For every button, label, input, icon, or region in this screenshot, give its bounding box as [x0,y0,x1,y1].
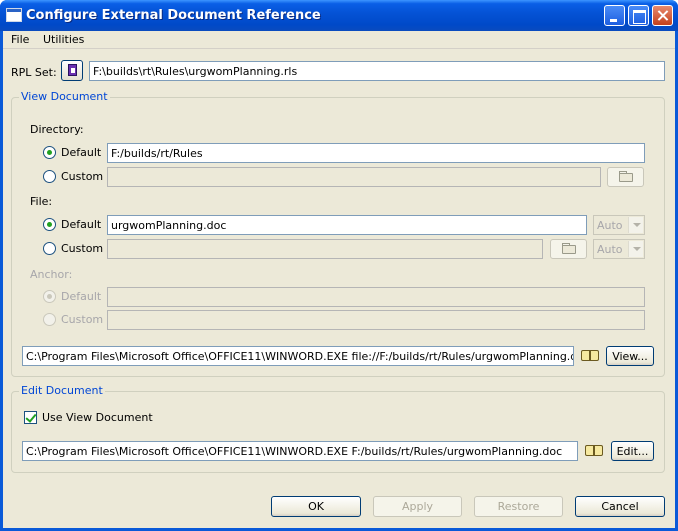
file-default-label: Default [61,218,102,231]
cancel-button[interactable]: Cancel [575,496,665,517]
file-custom-combo[interactable]: Auto [593,239,645,259]
document-icon [68,64,77,76]
rpl-set-label: RPL Set: [11,66,57,79]
edit-button[interactable]: Edit... [611,441,654,461]
dialog-body: File Utilities RPL Set: F:\builds\rt\Rul… [3,31,675,528]
directory-custom-label: Custom [61,170,104,183]
file-custom-radio[interactable] [43,242,56,255]
folder-icon [562,243,576,254]
window-icon [6,8,22,22]
directory-custom-radio[interactable] [43,170,56,183]
menu-utilities[interactable]: Utilities [43,33,84,46]
directory-default-field[interactable]: F:/builds/rt/Rules [107,143,645,163]
directory-label: Directory: [30,123,84,136]
book-icon[interactable] [585,444,605,458]
file-default-radio[interactable] [43,218,56,231]
view-button[interactable]: View... [606,346,654,366]
menu-file[interactable]: File [11,33,29,46]
maximize-button[interactable] [628,5,649,26]
minimize-button[interactable] [604,5,625,26]
book-icon[interactable] [581,349,601,363]
use-view-document-checkbox[interactable] [24,411,37,424]
menu-bar: File Utilities [3,31,675,49]
anchor-label: Anchor: [30,268,73,281]
file-custom-field[interactable] [107,239,543,259]
restore-button[interactable]: Restore [474,496,563,517]
view-document-group [11,97,665,377]
edit-command-field[interactable]: C:\Program Files\Microsoft Office\OFFICE… [22,441,578,461]
file-default-combo-value: Auto [597,219,623,232]
close-button[interactable] [652,5,673,26]
file-custom-combo-value: Auto [597,243,623,256]
anchor-default-radio[interactable] [43,290,56,303]
anchor-custom-label: Custom [61,313,104,326]
file-default-combo[interactable]: Auto [593,215,645,235]
anchor-custom-radio[interactable] [43,313,56,326]
rpl-set-field[interactable]: F:\builds\rt\Rules\urgwomPlanning.rls [89,61,665,81]
file-label: File: [30,195,53,208]
edit-document-legend: Edit Document [19,384,105,397]
apply-button[interactable]: Apply [373,496,462,517]
file-browse-button[interactable] [550,239,587,259]
dropdown-arrow-icon [628,217,643,233]
directory-default-radio[interactable] [43,146,56,159]
window-title: Configure External Document Reference [26,8,321,23]
ok-button[interactable]: OK [271,496,361,517]
anchor-default-field[interactable] [107,287,645,307]
dialog-window: Configure External Document Reference Fi… [0,0,678,531]
folder-icon [619,171,633,182]
title-bar[interactable]: Configure External Document Reference [0,0,678,31]
directory-custom-field[interactable] [107,167,601,187]
view-command-field[interactable]: C:\Program Files\Microsoft Office\OFFICE… [22,346,574,366]
view-document-legend: View Document [19,90,110,103]
dropdown-arrow-icon [628,241,643,257]
use-view-document-label: Use View Document [42,411,153,424]
directory-browse-button[interactable] [607,167,644,187]
rpl-open-button[interactable] [61,60,83,81]
directory-default-label: Default [61,146,102,159]
file-custom-label: Custom [61,242,104,255]
anchor-default-label: Default [61,290,102,303]
file-default-field[interactable]: urgwomPlanning.doc [107,215,587,235]
anchor-custom-field[interactable] [107,310,645,330]
